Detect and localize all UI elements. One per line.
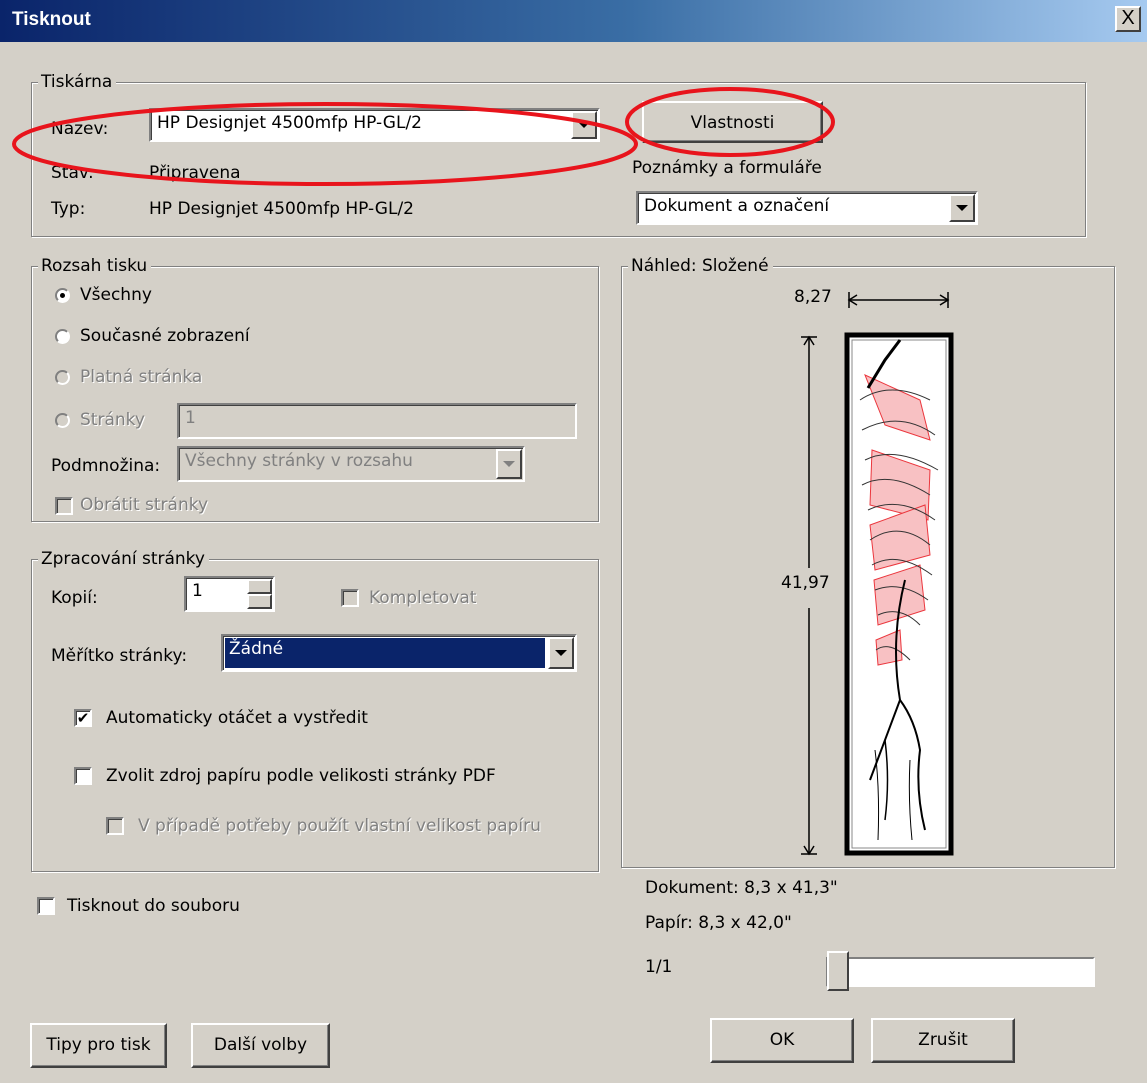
radio-current-view-label[interactable]: Současné zobrazení <box>80 326 250 346</box>
custom-paper-label: V případě potřeby použít vlastní velikos… <box>138 816 541 836</box>
preview-group-label: Náhled: Složené <box>628 256 773 276</box>
copies-value: 1 <box>192 581 203 601</box>
subset-label: Podmnožina: <box>51 456 161 476</box>
subset-value: Všechny stránky v rozsahu <box>185 451 413 471</box>
radio-all-label[interactable]: Všechny <box>80 285 152 305</box>
chevron-down-icon <box>496 449 522 479</box>
paper-source-label[interactable]: Zvolit zdroj papíru podle velikosti strá… <box>106 766 496 786</box>
spin-down-icon[interactable] <box>247 594 272 609</box>
paper-source-checkbox[interactable] <box>74 767 92 785</box>
print-to-file-checkbox[interactable] <box>37 897 55 915</box>
pages-input-value: 1 <box>185 408 196 428</box>
document-size-text: Dokument: 8,3 x 41,3" <box>645 878 838 898</box>
page-preview-image <box>801 292 954 856</box>
annotation-ellipse-printer <box>12 102 638 186</box>
auto-rotate-checkbox[interactable]: ✔ <box>74 709 92 727</box>
radio-current-page <box>55 370 70 385</box>
collate-checkbox <box>341 589 359 607</box>
reverse-pages-checkbox <box>55 497 73 515</box>
collate-label: Kompletovat <box>369 588 477 608</box>
page-handling-group-label: Zpracování stránky <box>38 549 209 569</box>
reverse-pages-label: Obrátit stránky <box>80 495 209 515</box>
paper-size-text: Papír: 8,3 x 42,0" <box>645 913 792 933</box>
radio-current-view[interactable] <box>55 329 70 344</box>
spin-up-icon[interactable] <box>247 579 272 594</box>
page-indicator: 1/1 <box>645 957 673 977</box>
auto-rotate-label[interactable]: Automaticky otáčet a vystředit <box>106 708 368 728</box>
cancel-button[interactable]: Zrušit <box>871 1018 1015 1063</box>
print-tips-button[interactable]: Tipy pro tisk <box>30 1023 167 1068</box>
page-scaling-value: Žádné <box>229 639 284 659</box>
page-slider-thumb[interactable] <box>827 951 849 991</box>
subset-select: Všechny stránky v rozsahu <box>177 446 525 482</box>
custom-paper-checkbox <box>106 817 124 835</box>
print-to-file-label[interactable]: Tisknout do souboru <box>67 896 240 916</box>
print-range-group-label: Rozsah tisku <box>38 256 152 276</box>
pages-input: 1 <box>177 403 577 439</box>
radio-current-page-label: Platná stránka <box>80 367 203 387</box>
copies-label: Kopií: <box>51 588 98 608</box>
ok-button[interactable]: OK <box>710 1018 854 1063</box>
page-scaling-label: Měřítko stránky: <box>51 646 188 666</box>
radio-pages-label: Stránky <box>80 410 145 430</box>
page-scaling-select[interactable]: Žádné <box>221 634 577 672</box>
advanced-button[interactable]: Další volby <box>191 1023 330 1068</box>
radio-all[interactable] <box>55 288 70 303</box>
radio-pages <box>55 413 70 428</box>
chevron-down-icon[interactable] <box>548 637 574 669</box>
annotation-overlay <box>12 87 835 186</box>
page-slider[interactable] <box>826 957 1095 987</box>
annotation-ellipse-properties <box>625 87 835 157</box>
